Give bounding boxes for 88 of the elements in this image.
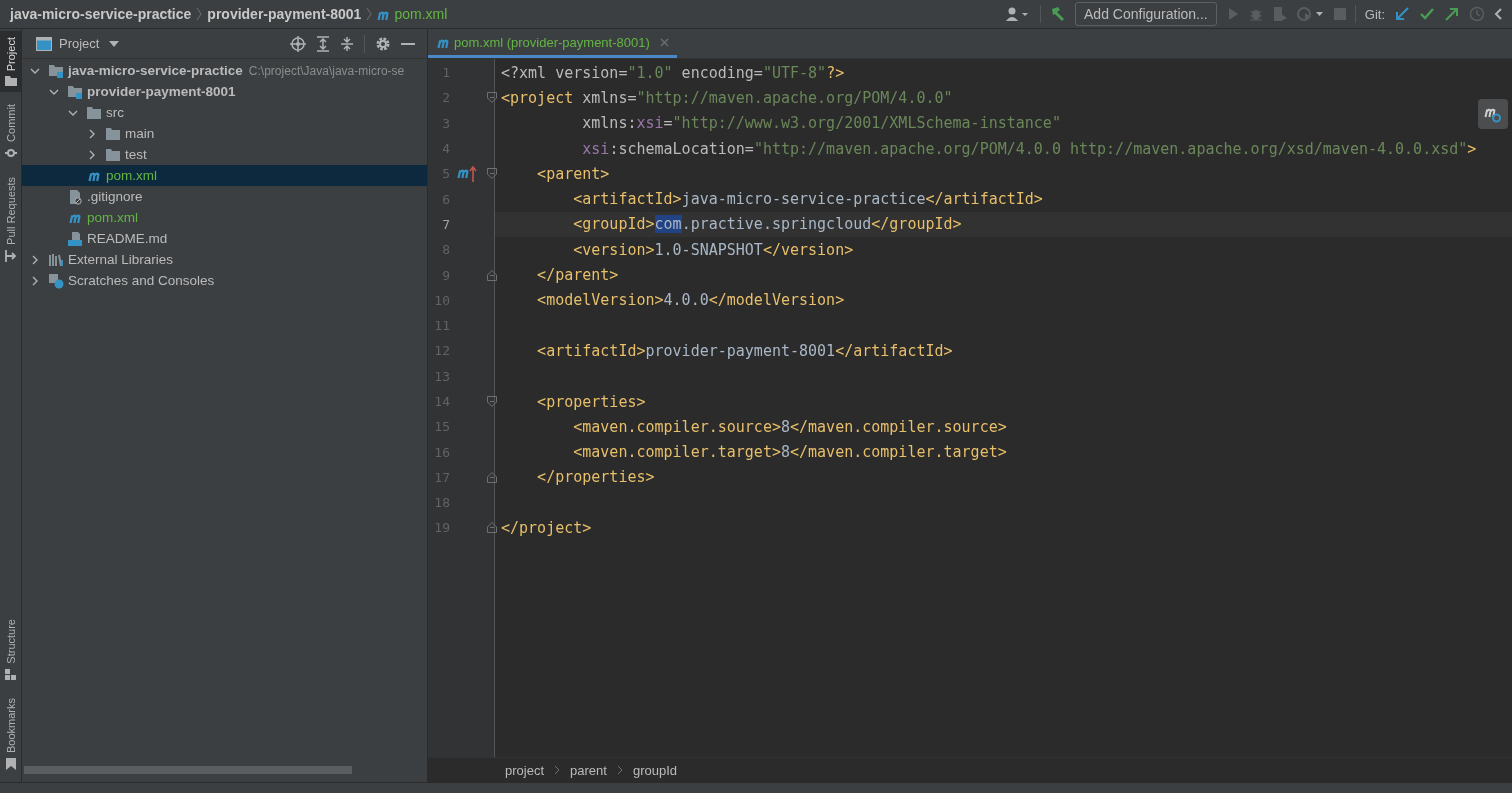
tool-window-tab[interactable]: Project xyxy=(0,31,21,93)
code-line: <maven.compiler.source>8</maven.compiler.source> xyxy=(572,417,1007,436)
tree-item[interactable]: main xyxy=(22,123,427,144)
project-view-icon xyxy=(36,36,52,51)
chevron-icon xyxy=(196,7,203,21)
profiler-icon[interactable] xyxy=(1296,6,1325,22)
hammer-icon[interactable] xyxy=(1050,6,1066,22)
code-line: <artifactId>java-micro-service-practice</artifactId> xyxy=(572,190,1043,209)
tree-item[interactable]: External Libraries xyxy=(22,249,427,270)
check-icon[interactable] xyxy=(1419,6,1435,22)
folder-icon xyxy=(86,106,102,119)
code-line: xsi:schemaLocation="http://maven.apache.org/POM/4.0.0 http://maven.apache.org/xsd/maven-4.0.0.xsd"> xyxy=(581,139,1477,158)
collapse-all-icon[interactable] xyxy=(340,35,354,52)
markdown-file-icon xyxy=(67,230,83,247)
code-line: xmlns:xsi="http://www.w3.org/2001/XMLSchema-instance" xyxy=(581,114,1061,133)
settings-icon[interactable] xyxy=(375,35,391,52)
chevron-icon xyxy=(616,765,623,775)
breadcrumb[interactable]: parent xyxy=(570,762,607,778)
module-folder-icon xyxy=(67,84,83,99)
tree-item[interactable]: test xyxy=(22,144,427,165)
locate-icon[interactable] xyxy=(290,35,306,52)
folder-icon xyxy=(105,127,121,140)
tool-window-tab[interactable]: Pull Requests xyxy=(0,171,21,268)
line-number: 7 xyxy=(441,216,450,232)
module-folder-icon xyxy=(48,63,64,78)
tree-item[interactable]: pom.xml xyxy=(22,165,427,186)
code-line: <project xmlns="http://maven.apache.org/POM/4.0.0" xyxy=(501,88,953,107)
scratch-icon xyxy=(48,272,64,289)
chevron-icon xyxy=(366,7,373,21)
library-icon xyxy=(48,251,64,268)
code-line: <version>1.0-SNAPSHOT</version> xyxy=(572,240,854,259)
git-label: Git: xyxy=(1364,6,1385,22)
update-arrow-icon[interactable] xyxy=(1394,6,1410,22)
breadcrumb[interactable]: groupId xyxy=(632,762,677,778)
tree-item[interactable]: Scratches and Consoles xyxy=(22,270,427,291)
fold-start-icon[interactable] xyxy=(487,92,497,104)
maven-reload-button[interactable] xyxy=(1478,99,1508,129)
user-icon[interactable] xyxy=(1005,6,1031,22)
code-line: <?xml version="1.0" encoding="UTF-8"?> xyxy=(501,63,845,82)
caret-icon[interactable] xyxy=(109,40,120,47)
tool-window-tab[interactable]: Structure xyxy=(0,613,21,686)
folder-icon xyxy=(105,148,121,161)
fold-end-icon[interactable] xyxy=(487,522,497,534)
code-line: </properties> xyxy=(536,468,655,487)
commit-icon xyxy=(4,147,17,160)
fold-end-icon[interactable] xyxy=(487,471,497,483)
code-line: <artifactId>provider-payment-8001</artifactId> xyxy=(536,341,953,360)
chevron-icon[interactable] xyxy=(87,128,97,139)
fold-end-icon[interactable] xyxy=(487,269,497,281)
pull-request-icon xyxy=(4,250,17,262)
tree-item[interactable]: provider-payment-8001 xyxy=(22,81,427,102)
expand-all-icon[interactable] xyxy=(316,35,330,52)
code-line: </parent> xyxy=(536,266,619,284)
maven-parent-marker-icon[interactable] xyxy=(456,165,477,182)
breadcrumb[interactable]: project xyxy=(505,762,545,778)
code-line: <groupId>com.practive.springcloud</groupId> xyxy=(572,215,962,234)
chevron-icon[interactable] xyxy=(87,149,97,160)
chevron-icon[interactable] xyxy=(30,275,40,286)
tab-label: pom.xml (provider-payment-8001) xyxy=(454,34,650,50)
code-line: <parent> xyxy=(536,164,610,183)
path-hint: C:\project\Java\java-micro-se xyxy=(248,63,405,78)
push-arrow-icon[interactable] xyxy=(1444,6,1460,22)
code-line: </project> xyxy=(501,519,592,537)
tree-item[interactable]: pom.xml xyxy=(22,207,427,228)
fold-start-icon[interactable] xyxy=(487,396,497,407)
tool-window-tab[interactable]: Bookmarks xyxy=(0,691,21,776)
horizontal-scrollbar[interactable] xyxy=(24,766,352,774)
code-line: <maven.compiler.target>8</maven.compiler.target> xyxy=(572,443,1007,462)
tree-item[interactable]: .gitignore xyxy=(22,186,427,207)
breadcrumb[interactable]: provider-payment-8001 xyxy=(207,6,362,22)
tree-item[interactable]: java-micro-service-practice C:\project\Java\java-micro-se xyxy=(22,60,427,81)
file-icon xyxy=(67,188,83,205)
bookmark-icon xyxy=(5,758,16,770)
tree-item[interactable]: README.md xyxy=(22,228,427,249)
close-icon[interactable] xyxy=(659,37,669,47)
panel-title[interactable]: Project xyxy=(59,36,100,51)
code-line: <properties> xyxy=(536,392,646,411)
breadcrumb[interactable]: pom.xml xyxy=(394,6,448,22)
structure-icon xyxy=(5,668,16,680)
breadcrumb[interactable]: java-micro-service-practice xyxy=(10,6,192,22)
fold-start-icon[interactable] xyxy=(487,168,497,180)
chevron-icon[interactable] xyxy=(30,254,40,265)
chevron-icon xyxy=(554,765,561,775)
add-configuration-button[interactable]: Add Configuration... xyxy=(1075,2,1217,26)
code-line: <modelVersion>4.0.0</modelVersion> xyxy=(536,291,845,310)
tree-item[interactable]: src xyxy=(22,102,427,123)
folder-icon xyxy=(4,76,17,87)
tool-window-tab[interactable]: Commit xyxy=(0,98,21,166)
